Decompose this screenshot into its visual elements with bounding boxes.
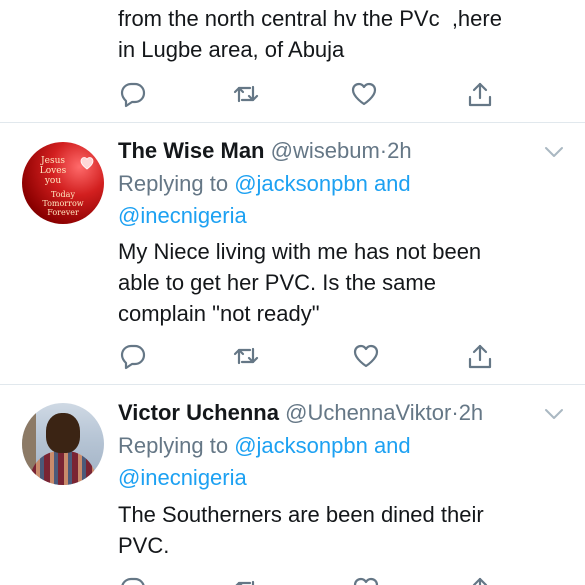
reply-bubble-icon (120, 344, 146, 370)
replying-to-label: Replying to (118, 433, 235, 458)
separator-dot: · (379, 138, 388, 163)
tweet-actions (0, 342, 585, 372)
display-name[interactable]: The Wise Man (118, 138, 265, 163)
replying-to-line-2: @inecnigeria (118, 200, 247, 231)
mention-link[interactable]: @jacksonpbn (234, 433, 368, 458)
retweet-button[interactable] (232, 80, 260, 108)
retweet-button[interactable] (232, 342, 260, 370)
share-button[interactable] (466, 575, 494, 585)
separator-dot: · (451, 400, 459, 425)
chevron-down-icon[interactable] (544, 407, 564, 421)
share-icon (468, 344, 492, 369)
tweet-previous[interactable]: from the north central hv the PVc ,here … (0, 0, 585, 120)
tweet-victor-uchenna[interactable]: Victor Uchenna @UchennaViktor·2h Replyin… (0, 385, 585, 585)
tweet-text-line: complain "not ready" (118, 301, 320, 326)
replying-to-line-2: @inecnigeria (118, 462, 247, 493)
heart-emblem-icon (80, 157, 94, 170)
mention-link[interactable]: @jacksonpbn (234, 171, 368, 196)
replying-to: Replying to @jacksonpbn and (118, 168, 411, 199)
share-button[interactable] (466, 80, 494, 108)
mention-and[interactable]: and (368, 433, 411, 458)
display-name[interactable]: Victor Uchenna (118, 400, 279, 425)
reply-bubble-icon (120, 82, 146, 108)
like-button[interactable] (350, 80, 378, 108)
retweet-icon (233, 347, 259, 365)
heart-icon (351, 82, 377, 106)
share-button[interactable] (466, 342, 494, 370)
tweet-text-line: in Lugbe area, of Abuja (118, 37, 345, 62)
avatar[interactable]: Jesus Loves you Today Tomorrow Forever (22, 142, 104, 224)
tweet-text-line: from the north central hv the PVc ,here (118, 6, 502, 31)
replying-to: Replying to @jacksonpbn and (118, 430, 411, 461)
reply-button[interactable] (119, 80, 147, 108)
chevron-down-icon[interactable] (544, 145, 564, 159)
tweet-actions (0, 575, 585, 585)
avatar-text-bottom: Today Tomorrow Forever (42, 190, 84, 217)
like-button[interactable] (352, 342, 380, 370)
tweet-text-line: The Southerners are been dined their (118, 502, 484, 527)
mention-and[interactable]: and (368, 171, 411, 196)
tweet-actions (0, 80, 585, 110)
heart-icon (353, 577, 379, 585)
tweet-header: The Wise Man @wisebum·2h (118, 136, 412, 166)
avatar-text-top: Jesus Loves you (39, 156, 67, 186)
tweet-wise-man[interactable]: Jesus Loves you Today Tomorrow Forever T… (0, 123, 585, 383)
heart-icon (353, 344, 379, 368)
like-button[interactable] (352, 575, 380, 585)
replying-to-label: Replying to (118, 171, 235, 196)
user-handle[interactable]: @wisebum (271, 138, 380, 163)
retweet-icon (235, 580, 255, 585)
mention-link[interactable]: @inecnigeria (118, 465, 247, 490)
retweet-button[interactable] (232, 575, 260, 585)
timestamp[interactable]: 2h (387, 138, 411, 163)
user-handle[interactable]: @UchennaViktor (285, 400, 451, 425)
avatar[interactable] (22, 403, 104, 485)
tweet-text-line: My Niece living with me has not been (118, 239, 482, 264)
reply-bubble-icon (121, 577, 145, 585)
timestamp[interactable]: 2h (459, 400, 483, 425)
share-icon (472, 577, 488, 585)
reply-button[interactable] (119, 342, 147, 370)
retweet-icon (233, 85, 259, 103)
reply-button[interactable] (119, 575, 147, 585)
tweet-text-line: PVC. (118, 533, 170, 558)
share-icon (468, 82, 492, 107)
tweet-header: Victor Uchenna @UchennaViktor·2h (118, 398, 483, 428)
tweet-text-line: able to get her PVC. Is the same (118, 270, 436, 295)
mention-link[interactable]: @inecnigeria (118, 203, 247, 228)
